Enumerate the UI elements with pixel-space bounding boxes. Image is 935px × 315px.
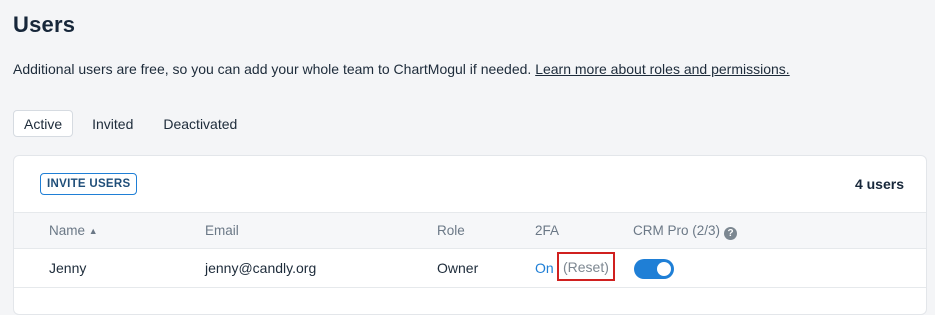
table-row: Jenny jenny@candly.org Owner On (Reset) bbox=[14, 249, 926, 288]
users-card: INVITE USERS 4 users Name ▲ Email Role 2… bbox=[13, 155, 927, 315]
column-name-label: Name bbox=[49, 223, 86, 238]
user-role: Owner bbox=[437, 260, 479, 276]
reset-2fa-link[interactable]: (Reset) bbox=[557, 252, 615, 281]
user-count: 4 users bbox=[854, 176, 904, 192]
tab-deactivated[interactable]: Deactivated bbox=[152, 110, 248, 137]
tab-invited[interactable]: Invited bbox=[81, 110, 144, 137]
column-name-header[interactable]: Name ▲ bbox=[49, 223, 98, 238]
help-icon[interactable]: ? bbox=[724, 227, 738, 240]
intro-text: Additional users are free, so you can ad… bbox=[13, 61, 790, 77]
table-header: Name ▲ Email Role 2FA CRM Pro (2/3)? bbox=[14, 212, 926, 249]
invite-users-button[interactable]: INVITE USERS bbox=[40, 173, 138, 195]
user-name: Jenny bbox=[49, 260, 87, 276]
column-email-header[interactable]: Email bbox=[205, 223, 239, 238]
sort-ascending-icon: ▲ bbox=[88, 226, 98, 236]
crm-pro-toggle[interactable] bbox=[634, 259, 674, 279]
column-crm-label: CRM Pro (2/3) bbox=[633, 223, 721, 238]
roles-permissions-link[interactable]: Learn more about roles and permissions. bbox=[535, 61, 789, 77]
user-status-tabs: Active Invited Deactivated bbox=[13, 110, 256, 137]
column-crm-header: CRM Pro (2/3)? bbox=[633, 223, 738, 240]
user-email: jenny@candly.org bbox=[205, 260, 317, 276]
toggle-knob bbox=[657, 262, 671, 276]
column-role-header[interactable]: Role bbox=[437, 223, 465, 238]
tab-active[interactable]: Active bbox=[13, 110, 74, 137]
intro-description: Additional users are free, so you can ad… bbox=[13, 61, 536, 77]
column-2fa-header[interactable]: 2FA bbox=[535, 223, 559, 238]
page-title: Users bbox=[13, 12, 76, 37]
2fa-status-link[interactable]: On bbox=[535, 260, 554, 276]
